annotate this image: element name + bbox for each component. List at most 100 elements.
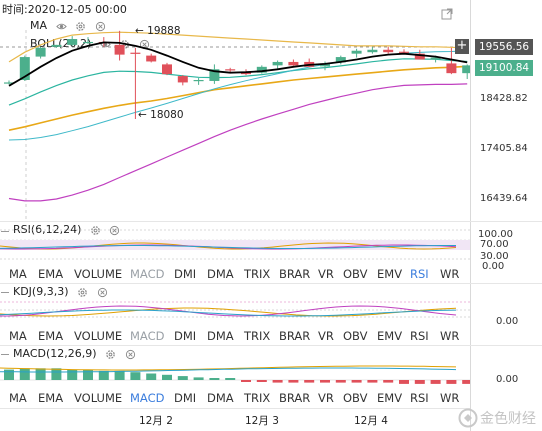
candle-body bbox=[83, 41, 93, 44]
price-tick: 16439.64 bbox=[480, 193, 528, 204]
tab-wr[interactable]: WR bbox=[440, 329, 459, 343]
tab-obv[interactable]: OBV bbox=[343, 391, 367, 405]
tab-obv[interactable]: OBV bbox=[343, 329, 367, 343]
crosshair-price-tag: 19556.56 bbox=[475, 39, 534, 55]
macd-bar bbox=[399, 380, 409, 384]
tab-vr[interactable]: VR bbox=[318, 391, 334, 405]
price-tick: 18428.82 bbox=[480, 93, 528, 104]
tab-trix[interactable]: TRIX bbox=[244, 329, 270, 343]
boll-band-line bbox=[8, 58, 468, 106]
macd-bar bbox=[383, 380, 394, 383]
tab-emv[interactable]: EMV bbox=[377, 329, 402, 343]
tab-volume[interactable]: VOLUME bbox=[74, 267, 122, 281]
tab-dmi[interactable]: DMI bbox=[174, 267, 196, 281]
macd-bar bbox=[414, 380, 425, 384]
macd-bar bbox=[225, 378, 236, 380]
macd-bar bbox=[430, 380, 441, 384]
indicator-tabs-macd: MA EMA VOLUME MACD DMI DMA TRIX BRAR VR OBV EMV RSI… bbox=[0, 390, 470, 406]
tab-rsi[interactable]: RSI bbox=[410, 329, 429, 343]
high-marker: ← 19888 bbox=[135, 25, 181, 37]
kdj-j-line bbox=[0, 309, 457, 317]
candle-body bbox=[367, 49, 378, 53]
candle-body bbox=[67, 39, 78, 45]
tab-ema[interactable]: EMA bbox=[38, 329, 63, 343]
pane-divider bbox=[0, 408, 470, 409]
candle-body bbox=[177, 76, 188, 83]
tab-dma[interactable]: DMA bbox=[207, 391, 234, 405]
macd-bar bbox=[146, 373, 157, 380]
macd-bar bbox=[256, 380, 267, 382]
tab-trix[interactable]: TRIX bbox=[244, 267, 270, 281]
macd-bar bbox=[351, 380, 362, 383]
macd-bar bbox=[272, 380, 283, 383]
date-tick: 12月 3 bbox=[245, 415, 279, 427]
macd-bar bbox=[130, 372, 141, 380]
kdj-k-line bbox=[0, 307, 457, 317]
tab-volume[interactable]: VOLUME bbox=[74, 391, 122, 405]
kdj-chart[interactable] bbox=[0, 284, 470, 326]
tab-ema[interactable]: EMA bbox=[38, 267, 63, 281]
tab-rsi[interactable]: RSI bbox=[410, 267, 429, 281]
macd-bar bbox=[193, 377, 204, 380]
tab-dma[interactable]: DMA bbox=[207, 329, 234, 343]
macd-bar bbox=[241, 380, 251, 382]
candle-body bbox=[383, 49, 394, 53]
tab-brar[interactable]: BRAR bbox=[279, 267, 310, 281]
date-tick: 12月 2 bbox=[139, 415, 173, 427]
add-crosshair-button[interactable]: + bbox=[455, 39, 469, 54]
tab-dmi[interactable]: DMI bbox=[174, 329, 196, 343]
macd-chart[interactable] bbox=[0, 346, 470, 390]
candle-body bbox=[399, 51, 409, 53]
tab-vr[interactable]: VR bbox=[318, 329, 334, 343]
tab-ma[interactable]: MA bbox=[9, 267, 27, 281]
tab-dmi[interactable]: DMI bbox=[174, 391, 196, 405]
macd-bar bbox=[446, 380, 457, 384]
tab-emv[interactable]: EMV bbox=[377, 267, 402, 281]
candle-body bbox=[193, 79, 204, 82]
tab-vr[interactable]: VR bbox=[318, 267, 334, 281]
tab-ema[interactable]: EMA bbox=[38, 391, 63, 405]
macd-bar bbox=[367, 380, 378, 383]
tab-macd[interactable]: MACD bbox=[130, 391, 164, 405]
tab-ma[interactable]: MA bbox=[9, 391, 27, 405]
candle-body bbox=[51, 44, 62, 47]
macd-bar bbox=[83, 369, 93, 380]
macd-bar bbox=[4, 369, 14, 380]
indicator-tabs-kdj: MA EMA VOLUME MACD DMI DMA TRIX BRAR VR OBV EMV RSI… bbox=[0, 328, 470, 344]
price-tick: 17405.84 bbox=[480, 143, 528, 154]
tab-wr[interactable]: WR bbox=[440, 267, 459, 281]
macd-bar bbox=[98, 370, 109, 380]
tab-brar[interactable]: BRAR bbox=[279, 329, 310, 343]
date-tick: 12月 4 bbox=[354, 415, 388, 427]
macd-bar bbox=[335, 380, 346, 383]
watermark-logo-icon bbox=[458, 408, 478, 428]
candle-body bbox=[130, 52, 141, 54]
candle-body bbox=[146, 55, 157, 62]
candle-body bbox=[225, 69, 236, 71]
rsi-tick: 70.00 bbox=[480, 239, 509, 250]
tab-emv[interactable]: EMV bbox=[377, 391, 402, 405]
tab-volume[interactable]: VOLUME bbox=[74, 329, 122, 343]
tab-dma[interactable]: DMA bbox=[207, 267, 234, 281]
tab-macd[interactable]: MACD bbox=[130, 329, 164, 343]
macd-bar bbox=[35, 368, 46, 380]
tab-macd[interactable]: MACD bbox=[130, 267, 164, 281]
macd-bar bbox=[177, 376, 188, 380]
boll-mid-line bbox=[8, 65, 468, 131]
macd-bar bbox=[209, 378, 220, 380]
tab-obv[interactable]: OBV bbox=[343, 267, 367, 281]
low-marker: ← 18080 bbox=[138, 109, 184, 121]
candle-body bbox=[162, 64, 172, 75]
tab-ma[interactable]: MA bbox=[9, 329, 27, 343]
tab-brar[interactable]: BRAR bbox=[279, 391, 310, 405]
macd-bar bbox=[114, 370, 125, 380]
tab-wr[interactable]: WR bbox=[440, 391, 459, 405]
rsi-chart[interactable] bbox=[0, 222, 470, 268]
tab-trix[interactable]: TRIX bbox=[244, 391, 270, 405]
indicator-tabs-rsi: MA EMA VOLUME MACD DMI DMA TRIX BRAR VR OBV EMV RSI… bbox=[0, 266, 470, 282]
price-chart[interactable] bbox=[0, 0, 470, 222]
tab-rsi[interactable]: RSI bbox=[410, 391, 429, 405]
boll-lower-line bbox=[8, 83, 468, 202]
boll-inner-line bbox=[8, 50, 468, 141]
candle-body bbox=[35, 47, 46, 57]
